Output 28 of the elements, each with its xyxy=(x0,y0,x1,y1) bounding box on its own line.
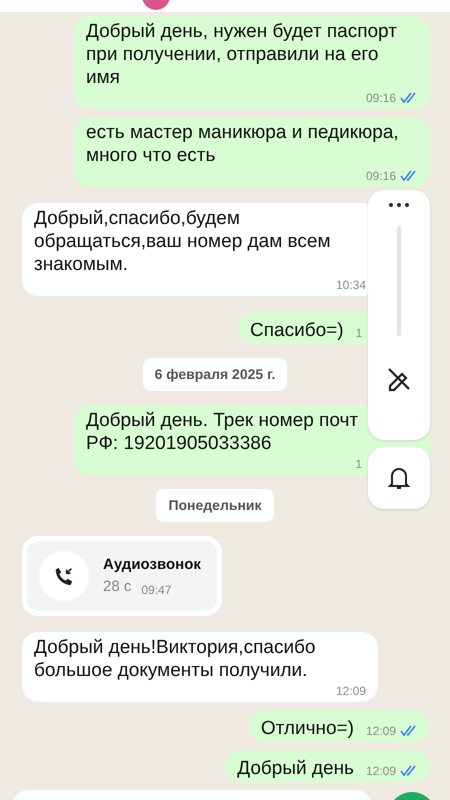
call-duration: 28 с xyxy=(103,577,132,597)
notification-button[interactable] xyxy=(368,447,430,509)
pen-off-icon[interactable] xyxy=(386,366,412,392)
date-label: Понедельник xyxy=(156,489,274,522)
message-text: есть мастер маникюра и педикюра, много что есть xyxy=(86,121,400,167)
message-text: Добрый день xyxy=(237,757,354,780)
message-time: 12:09 xyxy=(336,683,366,700)
message-time: 10:34 xyxy=(336,277,366,294)
message-time: 12:09 xyxy=(366,763,396,780)
message-time: 09:16 xyxy=(366,168,396,185)
message-text: Добрый день, нужен будет паспорт при получении, отправили на его имя xyxy=(86,20,398,89)
message-text: Добрый день!Виктория,спасибо большое документы получили. xyxy=(34,636,317,682)
date-label: 6 февраля 2025 г. xyxy=(142,358,288,391)
call-icon xyxy=(39,551,89,601)
message-time: 09:16 xyxy=(366,90,396,107)
more-icon[interactable] xyxy=(388,202,410,208)
call-title: Аудиозвонок xyxy=(103,554,201,574)
message-text: Спасибо=) xyxy=(250,319,344,342)
message-time: 1 xyxy=(356,325,362,342)
call-card[interactable]: Аудиозвонок 28 с 09:47 xyxy=(22,536,222,616)
message-text: РФ: 19201905033386 xyxy=(86,432,272,455)
message-text: Добрый день. Трек номер почт xyxy=(86,409,358,432)
message-time: 09:47 xyxy=(141,582,172,598)
message-text: Добрый,спасибо,будем обращаться,ваш номер дам всем знакомым. xyxy=(34,207,332,276)
message-time: 12:09 xyxy=(366,723,396,740)
bell-icon xyxy=(387,465,411,491)
message-text: Отлично=) xyxy=(260,717,354,740)
message-time: 1 xyxy=(355,456,362,473)
